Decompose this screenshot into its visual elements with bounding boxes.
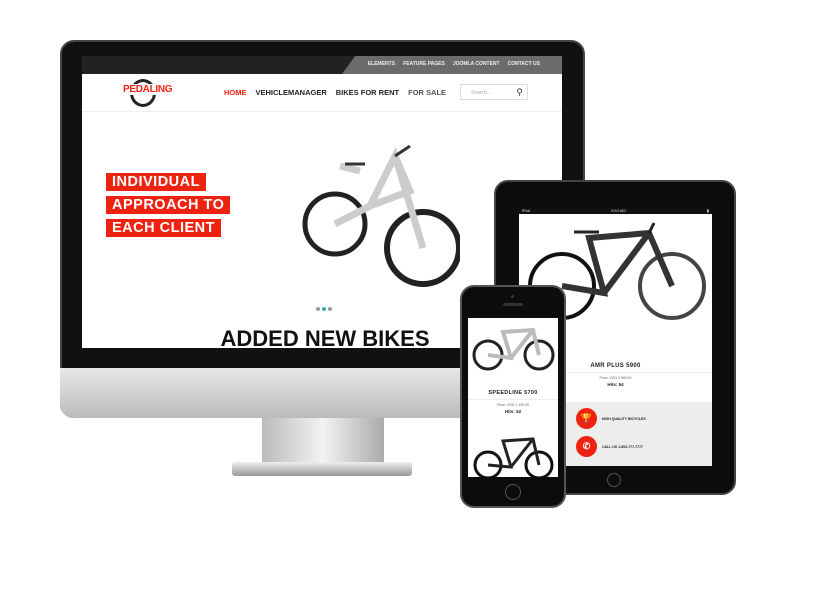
site-header: PEDALING HOME VEHICLEMANAGER BIKES FOR R… — [82, 74, 562, 112]
feature-call[interactable]: CALL US 1-800-777-7777 — [602, 445, 643, 449]
phone-screen: SPEEDLINE 5700 Price: USD 1 199.00 Hits:… — [468, 318, 558, 477]
monitor-base — [232, 462, 412, 476]
second-bike-image — [473, 437, 554, 477]
search-icon[interactable]: ⚲ — [516, 87, 523, 98]
top-link-joomla-content[interactable]: JOOMLA CONTENT — [453, 61, 500, 67]
top-link-contact-us[interactable]: CONTACT US — [508, 61, 540, 67]
main-nav: HOME VEHICLEMANAGER BIKES FOR RENT FOR S… — [224, 88, 446, 97]
status-bar: iPad 9:54 AM ▮ — [519, 208, 712, 214]
status-device: iPad — [522, 208, 531, 213]
hero-line-2: APPROACH TO — [106, 196, 231, 214]
phone-speaker — [503, 303, 523, 306]
product-hits: Hits: 52 — [504, 409, 522, 414]
nav-for-sale[interactable]: FOR SALE — [408, 88, 446, 97]
top-link-elements[interactable]: ELEMENTS — [368, 61, 395, 67]
search-input[interactable]: Search... ⚲ — [460, 84, 528, 100]
phone-home-button[interactable] — [505, 484, 521, 500]
product-name[interactable]: SPEEDLINE 5700 — [468, 390, 558, 396]
top-link-feature-pages[interactable]: FEATURE PAGES — [403, 61, 445, 67]
speedline-bike-image — [472, 327, 555, 371]
nav-bikes-for-rent[interactable]: BIKES FOR RENT — [336, 88, 399, 97]
nav-home[interactable]: HOME — [224, 88, 247, 97]
hero-line-3: EACH CLIENT — [106, 219, 221, 237]
top-bar: ELEMENTS FEATURE PAGES JOOMLA CONTENT CO… — [82, 56, 562, 74]
hero-bike-image — [302, 144, 460, 287]
feature-quality: HIGH QUALITY BICYCLES — [602, 416, 646, 421]
battery-icon: ▮ — [706, 208, 709, 213]
status-time: 9:54 AM — [611, 208, 626, 213]
carousel-dots[interactable] — [316, 307, 332, 311]
monitor-stand — [262, 418, 384, 464]
trophy-icon: 🏆 — [576, 408, 597, 429]
nav-vehiclemanager[interactable]: VEHICLEMANAGER — [256, 88, 327, 97]
phone-icon: ✆ — [576, 436, 597, 457]
product-price: Price: USD 1 199.00 — [468, 399, 558, 407]
camera-icon — [511, 295, 514, 298]
hero-line-1: INDIVIDUAL — [106, 173, 206, 191]
logo[interactable]: PEDALING — [122, 84, 174, 95]
product-card[interactable]: SPEEDLINE 5700 Price: USD 1 199.00 Hits:… — [468, 390, 558, 414]
search-placeholder: Search... — [471, 90, 492, 96]
tablet-home-button[interactable] — [607, 473, 621, 487]
